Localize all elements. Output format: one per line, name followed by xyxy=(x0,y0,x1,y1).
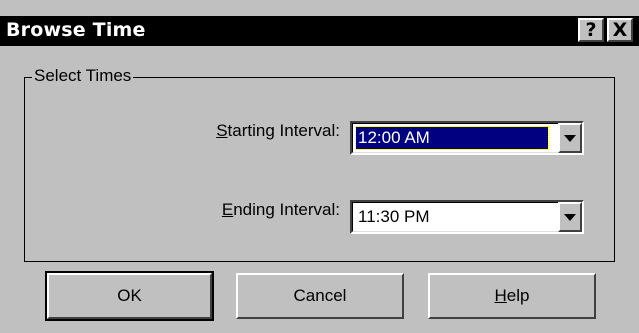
close-icon: X xyxy=(612,19,628,41)
help-button-label: Help xyxy=(494,286,530,305)
ending-interval-value: 11:30 PM xyxy=(358,207,430,226)
group-label: Select Times xyxy=(32,66,134,86)
ok-button[interactable]: OK xyxy=(45,271,214,321)
window-title: Browse Time xyxy=(6,19,146,41)
help-question-button[interactable]: ? xyxy=(578,18,604,42)
question-mark-icon: ? xyxy=(585,19,597,41)
starting-interval-value: 12:00 AM xyxy=(355,126,549,150)
help-button[interactable]: Help xyxy=(428,273,596,319)
starting-interval-dropdown[interactable]: 12:00 AM xyxy=(350,121,584,155)
select-times-groupbox xyxy=(24,77,615,262)
starting-interval-label: Starting Interval: xyxy=(216,121,340,140)
ok-button-label: OK xyxy=(117,286,142,305)
ending-interval-dropdown[interactable]: 11:30 PM xyxy=(350,200,584,234)
cancel-button[interactable]: Cancel xyxy=(236,273,404,319)
ending-dropdown-arrow-button[interactable] xyxy=(558,202,582,232)
ending-interval-label: Ending Interval: xyxy=(221,200,340,219)
cancel-button-label: Cancel xyxy=(293,286,347,305)
browse-time-dialog: Browse Time ? X Select Times Starting In… xyxy=(0,0,639,333)
starting-dropdown-arrow-button[interactable] xyxy=(558,123,582,153)
chevron-down-icon xyxy=(564,213,576,221)
close-button[interactable]: X xyxy=(607,18,633,42)
chevron-down-icon xyxy=(564,134,576,142)
title-bar: Browse Time ? X xyxy=(0,16,639,46)
